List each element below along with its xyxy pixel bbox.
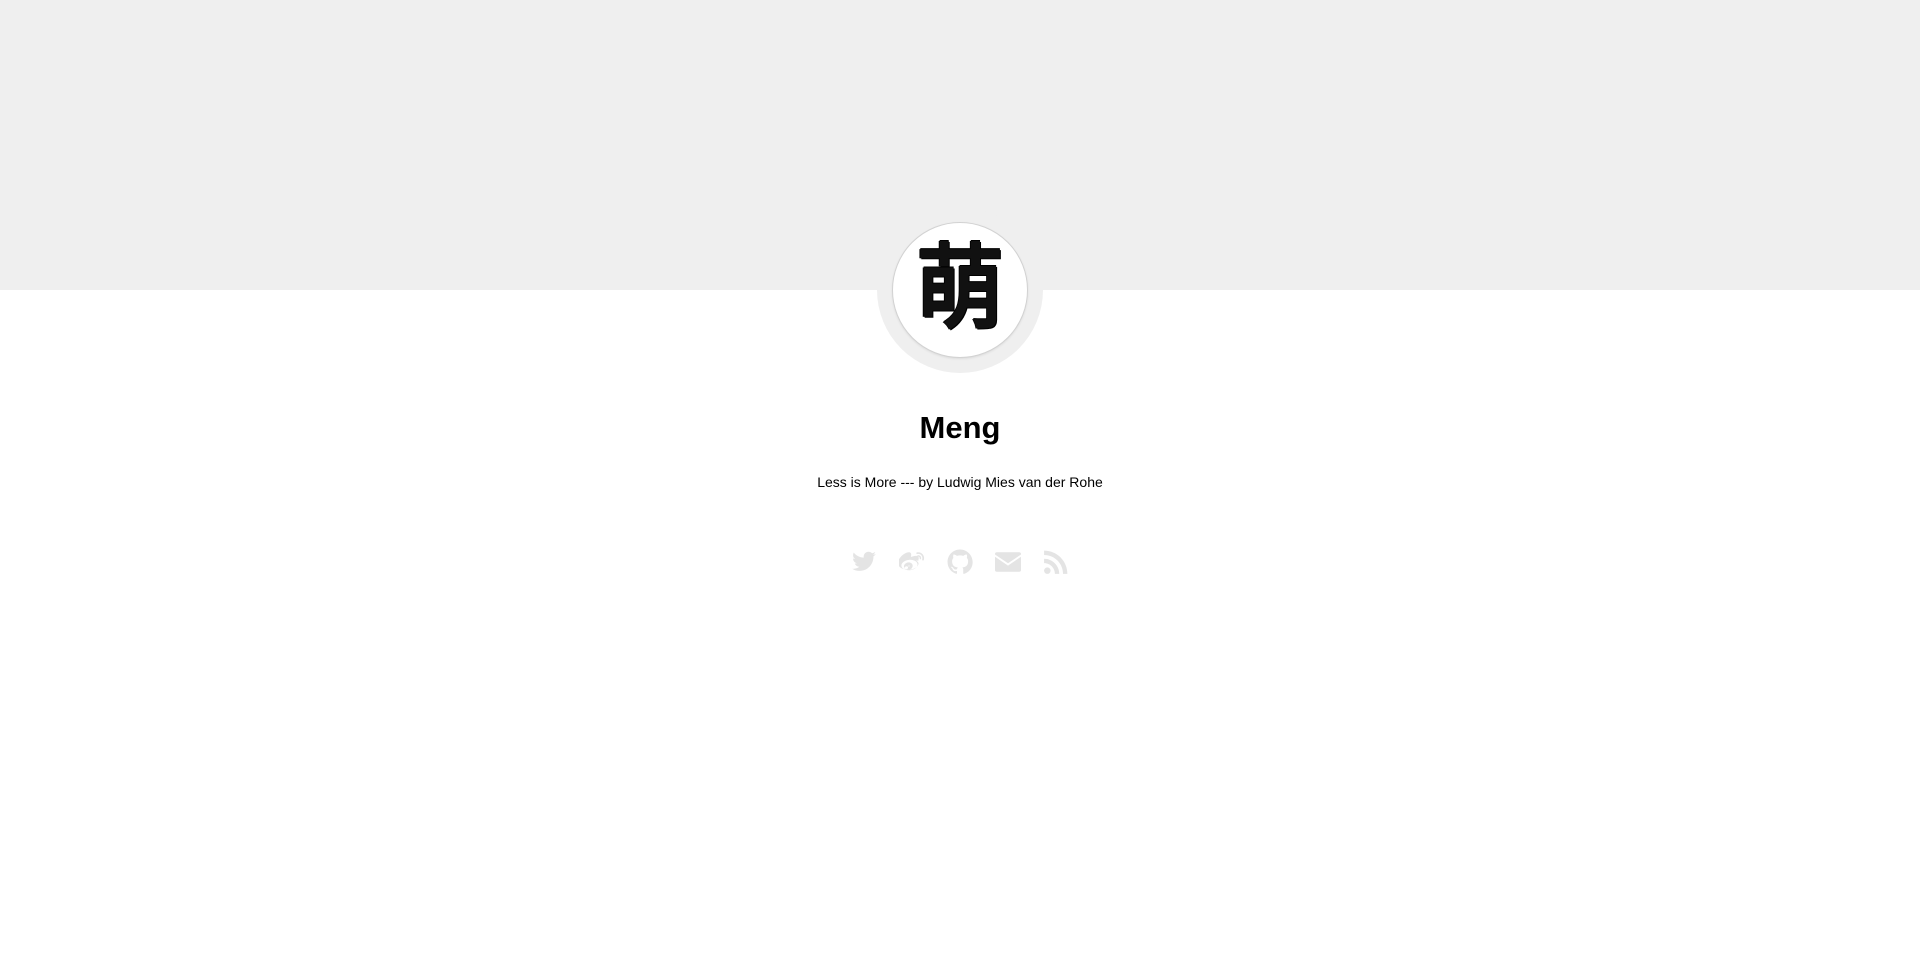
avatar[interactable]: 萌 [892, 222, 1028, 358]
email-link[interactable] [995, 549, 1021, 575]
social-links [0, 546, 1920, 578]
rss-link[interactable] [1043, 549, 1069, 575]
twitter-link[interactable] [851, 549, 877, 575]
profile-name: Meng [919, 410, 1001, 445]
rss-icon [1044, 550, 1068, 574]
email-icon [995, 552, 1021, 572]
weibo-icon [899, 552, 925, 571]
github-link[interactable] [947, 549, 973, 575]
github-icon [947, 549, 973, 574]
profile-bio: Less is More --- by Ludwig Mies van der … [817, 474, 1103, 490]
avatar-glyph: 萌 [916, 234, 1004, 342]
weibo-link[interactable] [899, 549, 925, 575]
twitter-icon [852, 551, 876, 571]
